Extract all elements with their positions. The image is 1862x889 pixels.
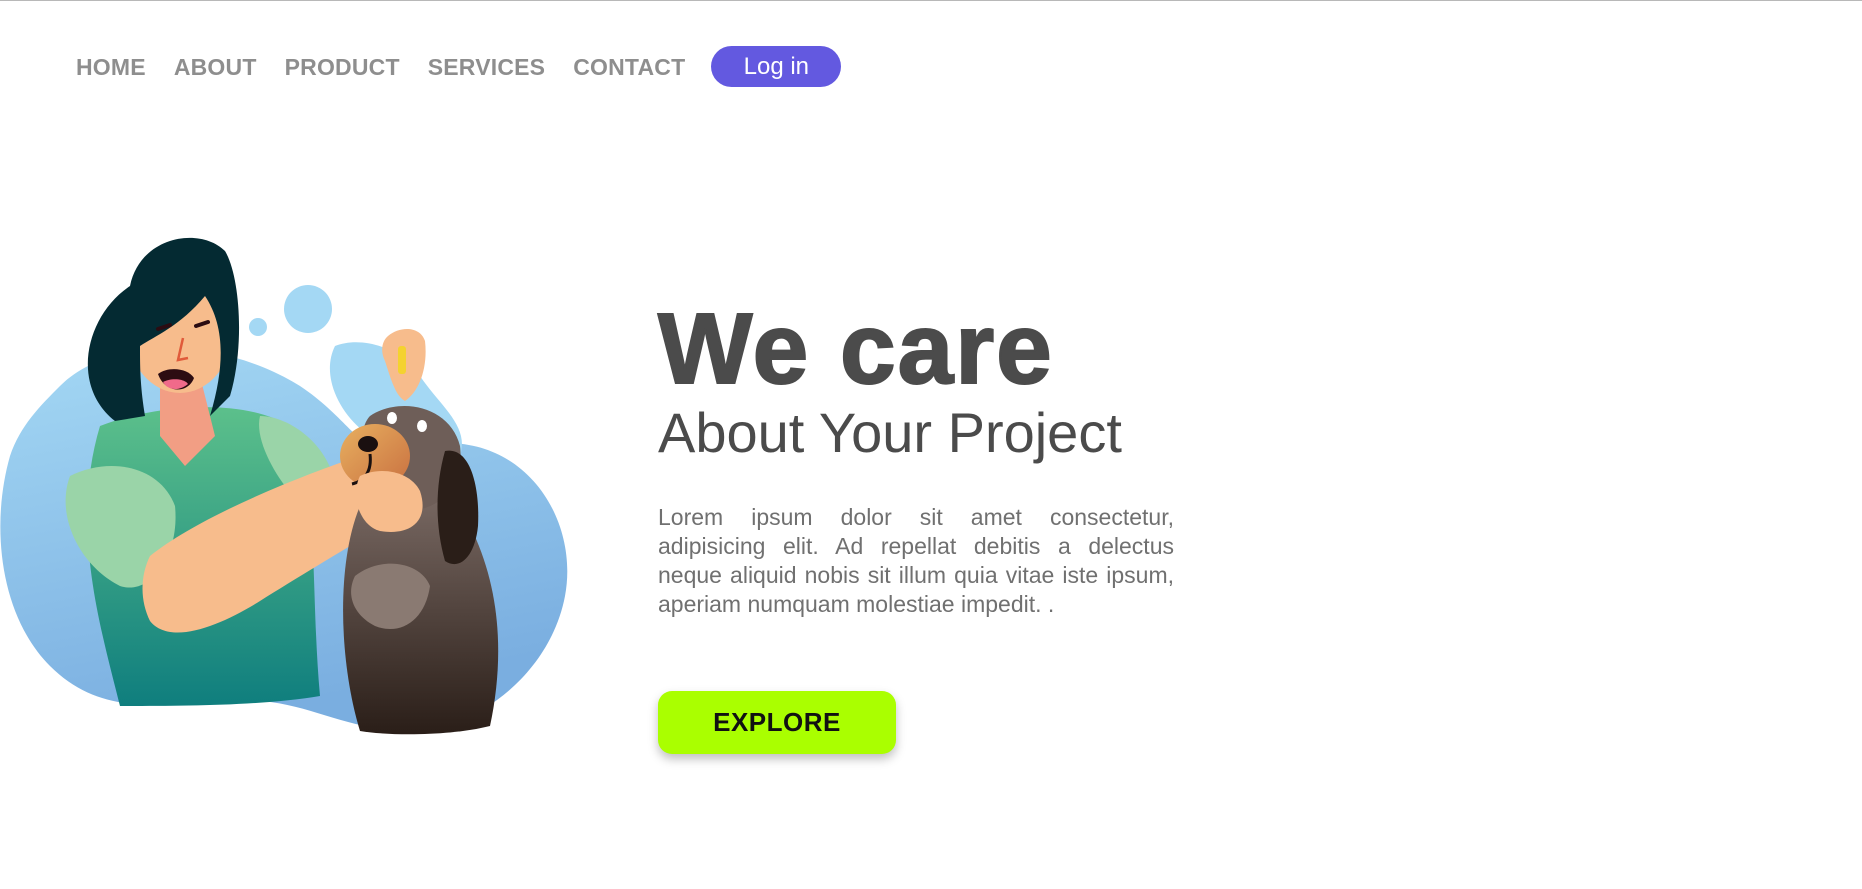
bubble-large <box>284 285 332 333</box>
dog-eye-left <box>387 412 397 424</box>
hero-description: Lorem ipsum dolor sit amet consectetur, … <box>658 504 1174 617</box>
hero-title: We care <box>657 293 1054 405</box>
dog-nose <box>358 436 378 452</box>
nav-link-about[interactable]: ABOUT <box>174 47 257 87</box>
main-nav: HOME ABOUT PRODUCT SERVICES CONTACT Log … <box>76 46 842 87</box>
nav-link-contact[interactable]: CONTACT <box>573 47 685 87</box>
login-button[interactable]: Log in <box>711 46 842 87</box>
hero-subtitle: About Your Project <box>658 401 1122 464</box>
explore-button[interactable]: EXPLORE <box>658 691 896 754</box>
nav-link-product[interactable]: PRODUCT <box>285 47 400 87</box>
dog-eye-right <box>417 420 427 432</box>
bubble-small <box>249 318 267 336</box>
nav-link-home[interactable]: HOME <box>76 47 146 87</box>
eye-dropper-icon <box>398 346 406 374</box>
landing-page: HOME ABOUT PRODUCT SERVICES CONTACT Log … <box>0 0 1862 889</box>
vet-with-dog-illustration <box>0 237 568 735</box>
hero-content: We care About Your Project Lorem ipsum d… <box>657 293 1174 619</box>
nav-link-services[interactable]: SERVICES <box>428 47 546 87</box>
